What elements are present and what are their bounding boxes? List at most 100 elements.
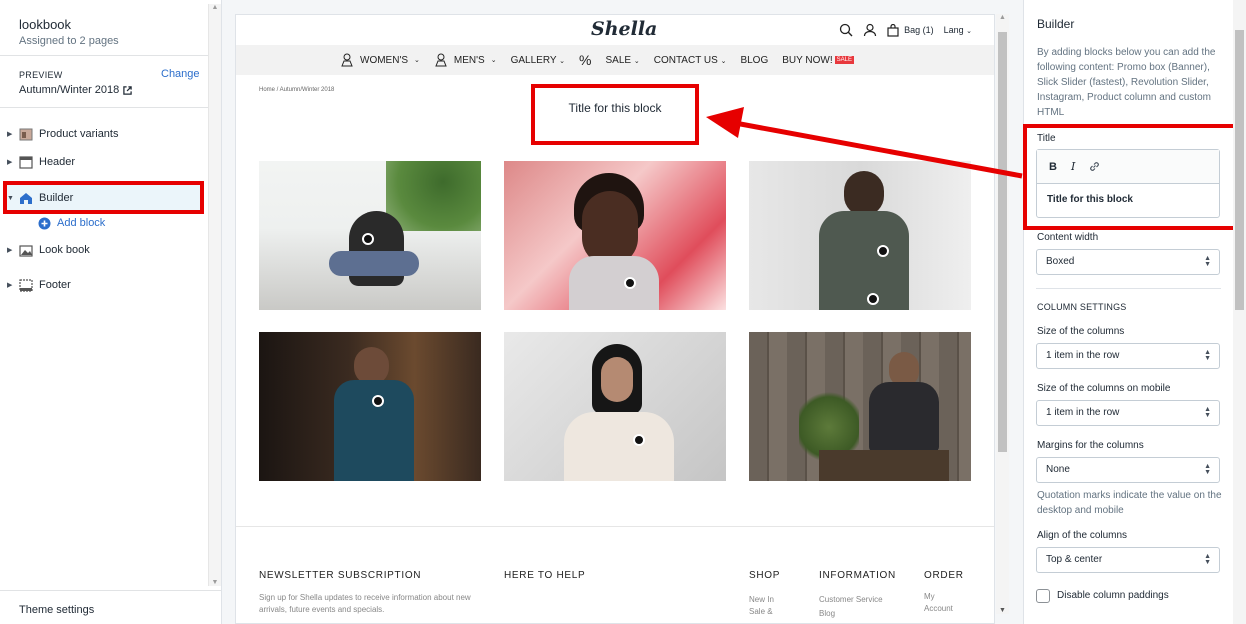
page-header: lookbook Assigned to 2 pages	[0, 0, 221, 56]
plus-circle-icon	[38, 217, 51, 229]
nav-blog[interactable]: BLOG	[740, 55, 768, 66]
expand-caret-icon[interactable]: ▶	[7, 158, 17, 166]
preview-scrollbar[interactable]: ▲ ▼	[996, 14, 1009, 614]
shop-link-new-in[interactable]: New In	[749, 594, 774, 606]
sidebar-scrollbar[interactable]: ▲ ▼	[208, 4, 221, 586]
gallery-section-icon	[19, 244, 33, 257]
hotspot-dot[interactable]	[362, 233, 374, 245]
bag-button[interactable]: Bag (1)	[887, 23, 934, 37]
nav-buy-now[interactable]: BUY NOW! SALE	[782, 55, 854, 66]
section-builder[interactable]: ▼ Builder	[0, 186, 206, 210]
section-footer[interactable]: ▶ Footer	[0, 273, 206, 297]
content-width-select[interactable]: Boxed ▲ ▼	[1036, 249, 1220, 275]
lookbook-image-man-suit[interactable]	[259, 332, 481, 481]
preview-value: Autumn/Winter 2018	[19, 84, 202, 96]
chevron-down-icon: ⌄	[720, 57, 727, 65]
scroll-down-icon[interactable]: ▼	[209, 579, 221, 586]
lookbook-image-woman-glasses[interactable]	[504, 161, 726, 310]
scroll-up-icon[interactable]: ▲	[996, 14, 1009, 21]
hotspot-dot[interactable]	[867, 293, 879, 305]
disable-paddings-label[interactable]: Disable column paddings	[1057, 590, 1169, 601]
block-title: Title for this block	[568, 101, 662, 115]
expand-caret-icon[interactable]: ▶	[7, 130, 17, 138]
italic-icon[interactable]: I	[1071, 160, 1075, 173]
nav-contact[interactable]: CONTACT US ⌄	[654, 55, 727, 66]
lookbook-image-woman-sweater[interactable]	[504, 332, 726, 481]
order-link-account[interactable]: Account	[924, 603, 953, 615]
size-columns-label: Size of the columns	[1037, 326, 1125, 337]
page-subtitle: Assigned to 2 pages	[19, 35, 119, 47]
select-arrows-icon: ▲ ▼	[1204, 463, 1211, 476]
lookbook-image-man-wall[interactable]	[749, 161, 971, 310]
size-mobile-label: Size of the columns on mobile	[1037, 383, 1171, 394]
theme-editor-sidebar: lookbook Assigned to 2 pages PREVIEW Aut…	[0, 0, 222, 624]
expand-caret-icon[interactable]: ▶	[7, 246, 17, 254]
section-header[interactable]: ▶ Header	[0, 150, 206, 174]
select-value: 1 item in the row	[1046, 407, 1120, 418]
store-logo[interactable]: Shella	[591, 18, 657, 40]
rte-toolbar: B I	[1037, 150, 1219, 184]
language-label: Lang	[943, 25, 964, 35]
expand-caret-icon[interactable]: ▶	[7, 281, 17, 289]
link-icon[interactable]	[1089, 161, 1100, 172]
scroll-down-icon[interactable]: ▼	[996, 607, 1009, 614]
lookbook-image-man-bench[interactable]	[749, 332, 971, 481]
theme-settings-button[interactable]: Theme settings	[0, 590, 221, 624]
info-link-customer-service[interactable]: Customer Service	[819, 594, 883, 606]
collapse-caret-icon[interactable]: ▼	[7, 195, 17, 202]
panel-scrollbar[interactable]	[1233, 0, 1246, 624]
language-selector[interactable]: Lang ⌄	[944, 25, 972, 35]
header-tools: Bag (1) Lang ⌄	[839, 23, 972, 37]
title-input-value[interactable]: Title for this block	[1037, 184, 1219, 215]
section-label: Product variants	[39, 128, 119, 140]
store-preview-frame: Shella Bag (1) Lang ⌄ WOMEN'S ⌄ MEN'S ⌄ GA…	[235, 14, 995, 624]
chevron-down-icon: ⌄	[490, 57, 497, 64]
search-icon[interactable]	[839, 23, 853, 37]
chevron-down-icon: ⌄	[414, 57, 420, 64]
sale-badge: SALE	[834, 55, 854, 64]
nav-mens[interactable]: MEN'S ⌄	[434, 53, 497, 67]
nav-gallery[interactable]: GALLERY ⌄	[511, 55, 565, 66]
store-main-nav: WOMEN'S ⌄ MEN'S ⌄ GALLERY ⌄ % SALE ⌄ CONTA…	[236, 45, 994, 75]
help-title: HERE TO HELP	[504, 570, 586, 581]
align-select[interactable]: Top & center ▲ ▼	[1036, 547, 1220, 573]
scroll-up-icon[interactable]: ▲	[209, 4, 221, 11]
section-label: Look book	[39, 244, 90, 256]
nav-sale[interactable]: SALE ⌄	[605, 55, 639, 66]
external-link-icon[interactable]	[123, 85, 133, 95]
bag-label: Bag (1)	[904, 25, 934, 35]
lookbook-image-woman-sitting[interactable]	[259, 161, 481, 310]
nav-percent-icon[interactable]: %	[579, 52, 591, 68]
section-look-book[interactable]: ▶ Look book	[0, 238, 206, 262]
bold-icon[interactable]: B	[1049, 161, 1057, 173]
shop-link-sale[interactable]: Sale &	[749, 606, 773, 618]
nav-womens[interactable]: WOMEN'S ⌄	[340, 53, 420, 67]
margins-select[interactable]: None ▲ ▼	[1036, 457, 1220, 483]
size-mobile-select[interactable]: 1 item in the row ▲ ▼	[1036, 400, 1220, 426]
settings-panel: Builder By adding blocks below you can a…	[1023, 0, 1246, 624]
information-title: INFORMATION	[819, 570, 896, 581]
hotspot-dot[interactable]	[633, 434, 645, 446]
hotspot-dot[interactable]	[624, 277, 636, 289]
select-arrows-icon: ▲ ▼	[1204, 406, 1211, 419]
hotspot-dot[interactable]	[877, 245, 889, 257]
breadcrumb[interactable]: Home / Autumn/Winter 2018	[259, 87, 334, 93]
page-title: lookbook	[19, 17, 72, 32]
add-block-button[interactable]: Add block	[30, 211, 200, 235]
title-rich-text-editor[interactable]: B I Title for this block	[1036, 149, 1220, 218]
size-columns-select[interactable]: 1 item in the row ▲ ▼	[1036, 343, 1220, 369]
hotspot-dot[interactable]	[372, 395, 384, 407]
info-link-blog[interactable]: Blog	[819, 608, 835, 620]
disable-paddings-checkbox[interactable]	[1036, 589, 1050, 603]
section-product-variants[interactable]: ▶ Product variants	[0, 122, 206, 146]
nav-label: MEN'S	[453, 54, 485, 66]
account-icon[interactable]	[863, 23, 877, 37]
column-settings-heading: COLUMN SETTINGS	[1037, 302, 1127, 312]
select-value: Boxed	[1046, 256, 1075, 267]
change-preview-link[interactable]: Change	[161, 68, 200, 80]
theme-settings-label: Theme settings	[19, 604, 95, 616]
panel-scroll-thumb[interactable]	[1235, 30, 1244, 310]
order-link-my[interactable]: My	[924, 591, 935, 603]
preview-scroll-thumb[interactable]	[998, 32, 1007, 452]
select-value: None	[1046, 464, 1070, 475]
